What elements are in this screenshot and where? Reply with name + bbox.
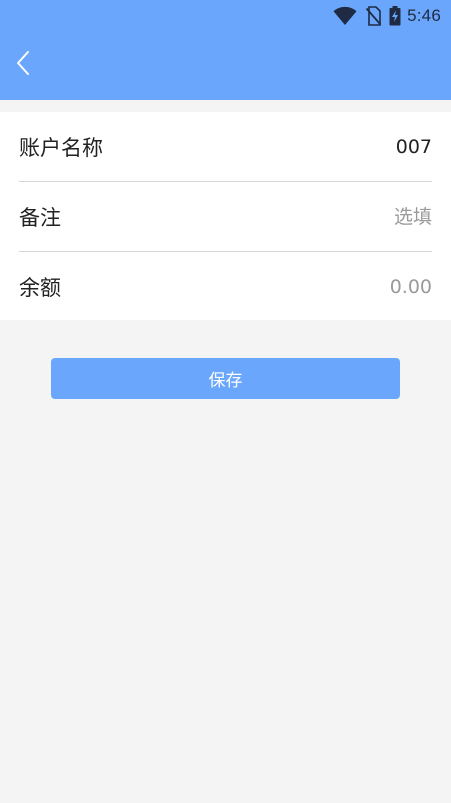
app-header: 5:46 — [0, 0, 451, 100]
wifi-icon — [333, 6, 357, 26]
balance-label: 余额 — [19, 275, 61, 300]
account-name-label: 账户名称 — [19, 135, 103, 160]
remark-label: 备注 — [19, 205, 61, 230]
account-name-input[interactable] — [212, 135, 432, 158]
back-button[interactable] — [8, 48, 38, 82]
status-time: 5:46 — [407, 6, 441, 25]
balance-row: 余额 — [19, 252, 432, 321]
balance-input[interactable] — [212, 275, 432, 298]
status-bar: 5:46 — [0, 0, 451, 32]
remark-input[interactable] — [212, 205, 432, 228]
remark-row: 备注 — [19, 182, 432, 251]
chevron-left-icon — [15, 50, 31, 80]
no-sim-icon — [365, 6, 382, 26]
status-icons: 5:46 — [333, 4, 441, 28]
account-form: 账户名称 备注 余额 — [0, 112, 451, 320]
battery-charging-icon — [389, 6, 401, 26]
account-name-row: 账户名称 — [19, 112, 432, 181]
save-button[interactable]: 保存 — [51, 358, 400, 399]
